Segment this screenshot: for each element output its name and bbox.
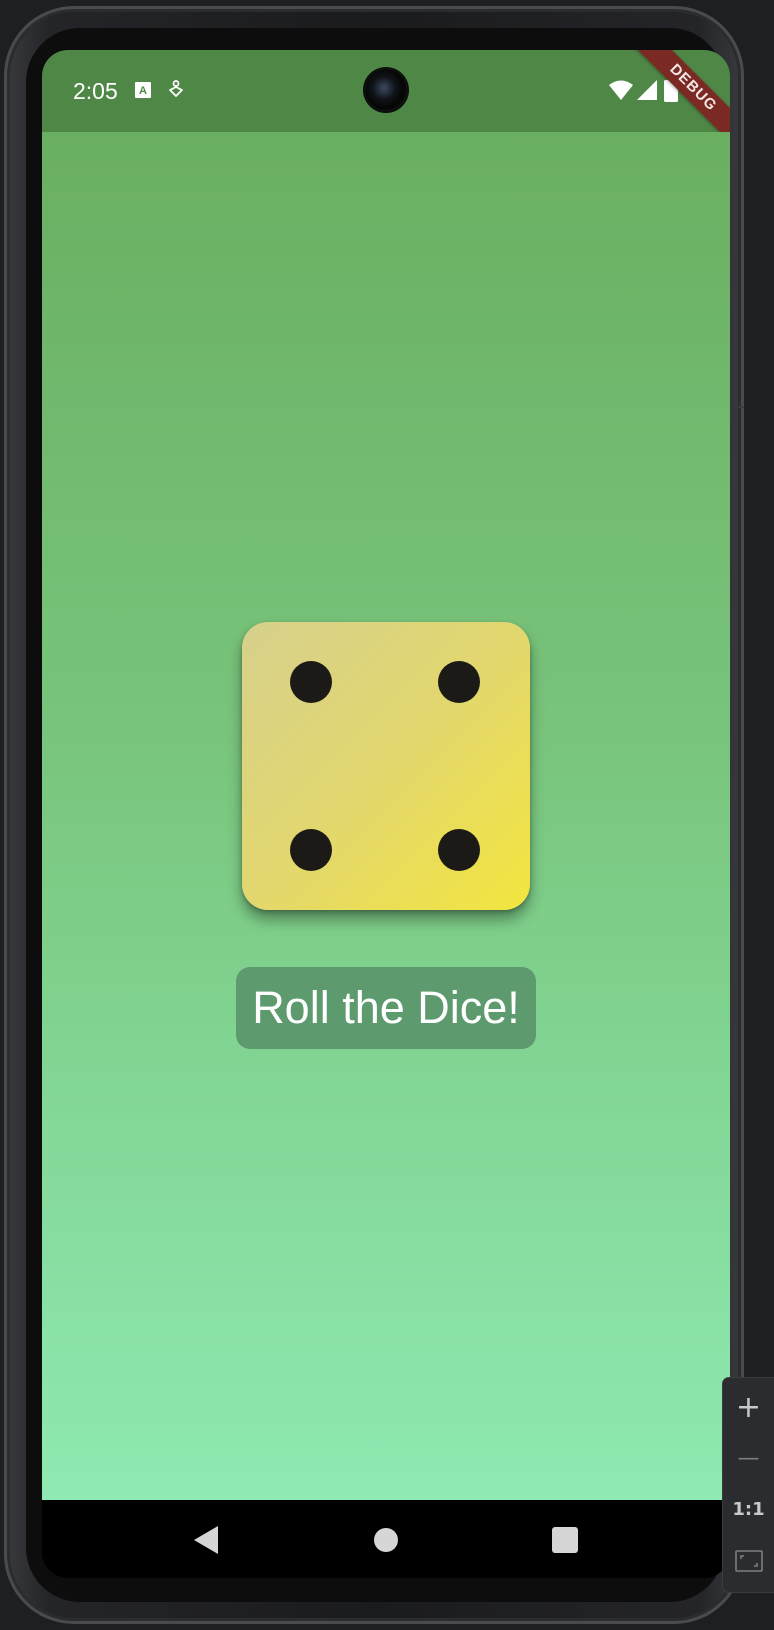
dice-pip-bottom-right <box>438 829 480 871</box>
volume-button <box>738 406 744 408</box>
back-button[interactable] <box>184 1518 228 1562</box>
fit-screen-icon <box>734 1550 763 1572</box>
dice-pip-top-right <box>438 661 480 703</box>
actual-size-button[interactable]: 1:1 <box>723 1486 774 1532</box>
roll-dice-button[interactable]: Roll the Dice! <box>236 967 536 1049</box>
dice-face[interactable] <box>242 622 530 910</box>
dice-pip-bottom-left <box>290 829 332 871</box>
home-icon <box>374 1528 398 1552</box>
fit-screen-button[interactable] <box>723 1538 774 1584</box>
accessibility-icon <box>168 80 184 105</box>
cell-signal-icon <box>636 79 658 106</box>
status-time: 2:05 <box>73 78 118 104</box>
navigation-bar <box>42 1500 730 1578</box>
svg-text:A: A <box>139 85 147 97</box>
zoom-out-button[interactable]: — <box>723 1435 774 1481</box>
status-bar: 2:05 A DEBUG <box>42 50 730 150</box>
zoom-in-button[interactable]: + <box>723 1384 774 1430</box>
recents-button[interactable] <box>543 1518 587 1562</box>
back-icon <box>194 1526 218 1554</box>
home-button[interactable] <box>364 1518 408 1562</box>
app-content: Roll the Dice! <box>42 132 730 1500</box>
zoom-toolbar: + — 1:1 <box>723 1378 774 1592</box>
phone-screen: 2:05 A DEBUG Roll the Dice! <box>42 50 730 1578</box>
text-recognition-icon: A <box>134 81 152 104</box>
recents-icon <box>552 1527 578 1553</box>
front-camera <box>365 69 407 111</box>
wifi-icon <box>608 79 634 106</box>
dice-pip-top-left <box>290 661 332 703</box>
